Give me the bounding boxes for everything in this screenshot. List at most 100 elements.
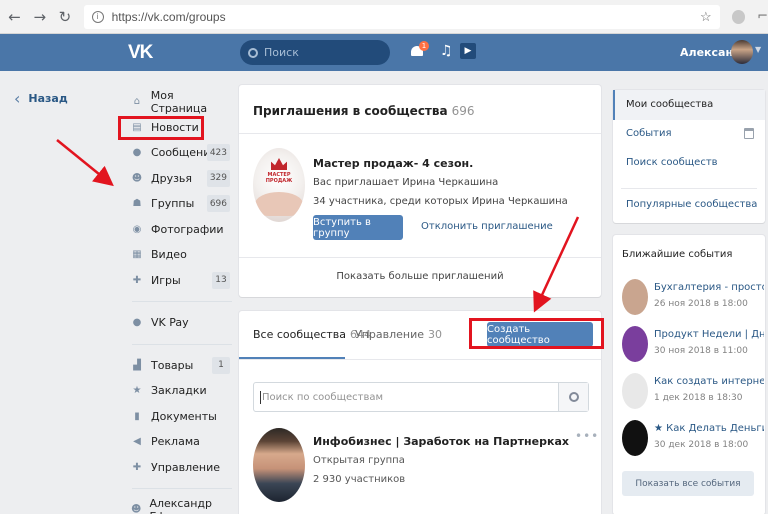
menu-item-my-communities[interactable]: Мои сообщества bbox=[613, 90, 765, 120]
event-item[interactable]: Продукт Недели | Дневн... 30 ноя 2018 в … bbox=[622, 326, 764, 362]
sidebar-item-groups[interactable]: ☗ Группы 696 bbox=[128, 191, 232, 217]
event-item[interactable]: ★ Как Делать Деньги, т... 30 дек 2018 в … bbox=[622, 420, 764, 456]
community-avatar[interactable] bbox=[253, 428, 305, 502]
count-badge: 1 bbox=[212, 356, 230, 374]
notification-badge: 1 bbox=[419, 41, 429, 51]
sidebar-item-label: Реклама bbox=[151, 435, 200, 449]
sidebar-item-label: Группы bbox=[151, 197, 195, 211]
event-item[interactable]: Бухгалтерия - просто! 26 ноя 2018 в 18:0… bbox=[622, 279, 764, 315]
community-search-input[interactable]: Поиск по сообществам bbox=[253, 382, 589, 412]
text-cursor bbox=[260, 391, 261, 404]
menu-divider bbox=[132, 488, 232, 489]
search-icon bbox=[248, 47, 258, 58]
community-name[interactable]: Инфобизнес | Заработок на Партнерках bbox=[313, 435, 569, 448]
divider bbox=[621, 188, 757, 189]
user-icon: ☻ bbox=[131, 504, 142, 514]
sidebar-item-vk-pay[interactable]: ● VK Pay bbox=[128, 310, 232, 336]
back-arrow-icon[interactable]: ← bbox=[4, 6, 25, 28]
invitation-members: 34 участника, среди которых Ирина Черкаш… bbox=[313, 196, 568, 207]
event-item[interactable]: Как создать интернет-м... 1 дек 2018 в 1… bbox=[622, 373, 764, 409]
invitation-group-name[interactable]: Мастер продаж- 4 сезон. bbox=[313, 157, 473, 170]
sidebar-item-video[interactable]: ▦ Видео bbox=[128, 242, 232, 268]
calendar-icon[interactable] bbox=[744, 128, 754, 139]
group-icon: ☗ bbox=[132, 198, 142, 210]
event-avatar bbox=[622, 373, 648, 409]
event-title[interactable]: Продукт Недели | Дневн... bbox=[654, 329, 764, 340]
show-all-events-button[interactable]: Показать все события bbox=[622, 471, 754, 496]
event-avatar bbox=[622, 279, 648, 315]
avatar[interactable] bbox=[731, 40, 753, 64]
music-icon[interactable]: ♫ bbox=[440, 43, 453, 59]
handshake-icon bbox=[255, 192, 303, 216]
menu-item-popular-communities[interactable]: Популярные сообщества bbox=[626, 199, 757, 210]
browser-toolbar: ← → ↻ i https://vk.com/groups ☆ ⌐ bbox=[0, 0, 768, 34]
sidebar-item-goods[interactable]: ▟ Товары 1 bbox=[128, 353, 232, 379]
play-icon[interactable]: ▶ bbox=[460, 43, 476, 59]
decline-invitation-link[interactable]: Отклонить приглашение bbox=[421, 221, 553, 232]
join-group-button[interactable]: Вступить в группу bbox=[313, 215, 403, 240]
community-type: Открытая группа bbox=[313, 455, 405, 466]
sidebar-item-games[interactable]: ✚ Игры 13 bbox=[128, 268, 232, 294]
sidebar-item-my-page[interactable]: ⌂ Моя Страница bbox=[128, 89, 232, 115]
menu-item-search-communities[interactable]: Поиск сообществ bbox=[626, 157, 718, 168]
tab-all-communities[interactable]: Все сообщества 644 bbox=[253, 328, 371, 341]
extension-icon-2[interactable]: ⌐ bbox=[757, 9, 768, 24]
extension-icon[interactable] bbox=[731, 9, 746, 24]
camera-icon: ◉ bbox=[132, 223, 142, 235]
count-badge: 13 bbox=[212, 271, 230, 289]
document-icon: ▮ bbox=[134, 410, 140, 422]
event-avatar bbox=[622, 420, 648, 456]
left-menu: ⌂ Моя Страница ▤ Новости ● Сообщения 423 ☻ Др… bbox=[128, 89, 232, 514]
forward-arrow-icon[interactable]: → bbox=[29, 6, 50, 28]
tab-manage[interactable]: Управление 30 bbox=[355, 328, 442, 341]
sidebar-item-label: Моя Страница bbox=[150, 88, 208, 115]
bell-icon[interactable]: 1 bbox=[410, 41, 429, 60]
community-search-button[interactable] bbox=[558, 383, 588, 411]
sidebar-item-label: Товары bbox=[151, 358, 194, 372]
vk-logo[interactable]: VK bbox=[128, 42, 153, 64]
sidebar-item-managed-page[interactable]: ☻ Александр Ефимо bbox=[128, 497, 232, 514]
bag-icon: ▟ bbox=[133, 359, 141, 371]
invitations-card: Приглашения в сообщества 696 МАСТЕР ПРОДА… bbox=[239, 85, 601, 297]
search-icon bbox=[568, 392, 579, 402]
reload-icon[interactable]: ↻ bbox=[54, 6, 75, 28]
gamepad-icon: ✚ bbox=[132, 461, 142, 473]
menu-item-events[interactable]: События bbox=[626, 128, 672, 139]
back-link[interactable]: ‹ Назад bbox=[14, 89, 68, 108]
sidebar-item-manage[interactable]: ✚ Управление bbox=[128, 455, 232, 481]
sidebar-item-label: VK Pay bbox=[151, 316, 189, 330]
event-date: 30 дек 2018 в 18:00 bbox=[654, 440, 749, 450]
menu-item-label: Мои сообщества bbox=[626, 99, 714, 110]
community-search-placeholder: Поиск по сообществам bbox=[262, 392, 384, 403]
event-title[interactable]: ★ Как Делать Деньги, т... bbox=[654, 423, 764, 434]
sidebar-item-documents[interactable]: ▮ Документы bbox=[128, 404, 232, 430]
tab-label: Все сообщества bbox=[253, 328, 346, 341]
divider bbox=[239, 257, 601, 258]
sidebar-item-bookmarks[interactable]: ★ Закладки bbox=[128, 378, 232, 404]
invitations-title: Приглашения в сообщества 696 bbox=[253, 104, 474, 118]
pay-icon: ● bbox=[132, 317, 142, 329]
sidebar-item-ads[interactable]: ◀ Реклама bbox=[128, 429, 232, 455]
communities-menu: Мои сообщества События Поиск сообществ П… bbox=[613, 90, 765, 223]
sidebar-item-messages[interactable]: ● Сообщения 423 bbox=[128, 140, 232, 166]
count-badge: 329 bbox=[206, 169, 230, 187]
sidebar-item-label: Игры bbox=[151, 273, 181, 287]
user-icon: ☻ bbox=[131, 172, 143, 184]
address-bar[interactable]: i https://vk.com/groups ☆ bbox=[83, 4, 720, 29]
group-logo-text: МАСТЕР ПРОДАЖ bbox=[265, 172, 293, 184]
invitations-count: 696 bbox=[451, 104, 475, 118]
sidebar-item-photos[interactable]: ◉ Фотографии bbox=[128, 217, 232, 243]
show-more-invitations-link[interactable]: Показать больше приглашений bbox=[239, 271, 601, 282]
header-search-input[interactable]: Поиск bbox=[240, 40, 390, 65]
event-date: 1 дек 2018 в 18:30 bbox=[654, 393, 743, 403]
sidebar-item-label: Закладки bbox=[151, 384, 207, 398]
event-title[interactable]: Бухгалтерия - просто! bbox=[654, 282, 764, 293]
event-title[interactable]: Как создать интернет-м... bbox=[654, 376, 764, 387]
chevron-down-icon[interactable]: ▼ bbox=[755, 45, 761, 54]
count-badge: 423 bbox=[206, 144, 230, 161]
more-options-icon[interactable]: ••• bbox=[575, 429, 599, 443]
group-logo[interactable]: МАСТЕР ПРОДАЖ bbox=[253, 148, 305, 222]
sidebar-item-friends[interactable]: ☻ Друзья 329 bbox=[128, 166, 232, 192]
bookmark-star-icon[interactable]: ☆ bbox=[700, 9, 712, 25]
info-icon[interactable]: i bbox=[91, 10, 104, 23]
